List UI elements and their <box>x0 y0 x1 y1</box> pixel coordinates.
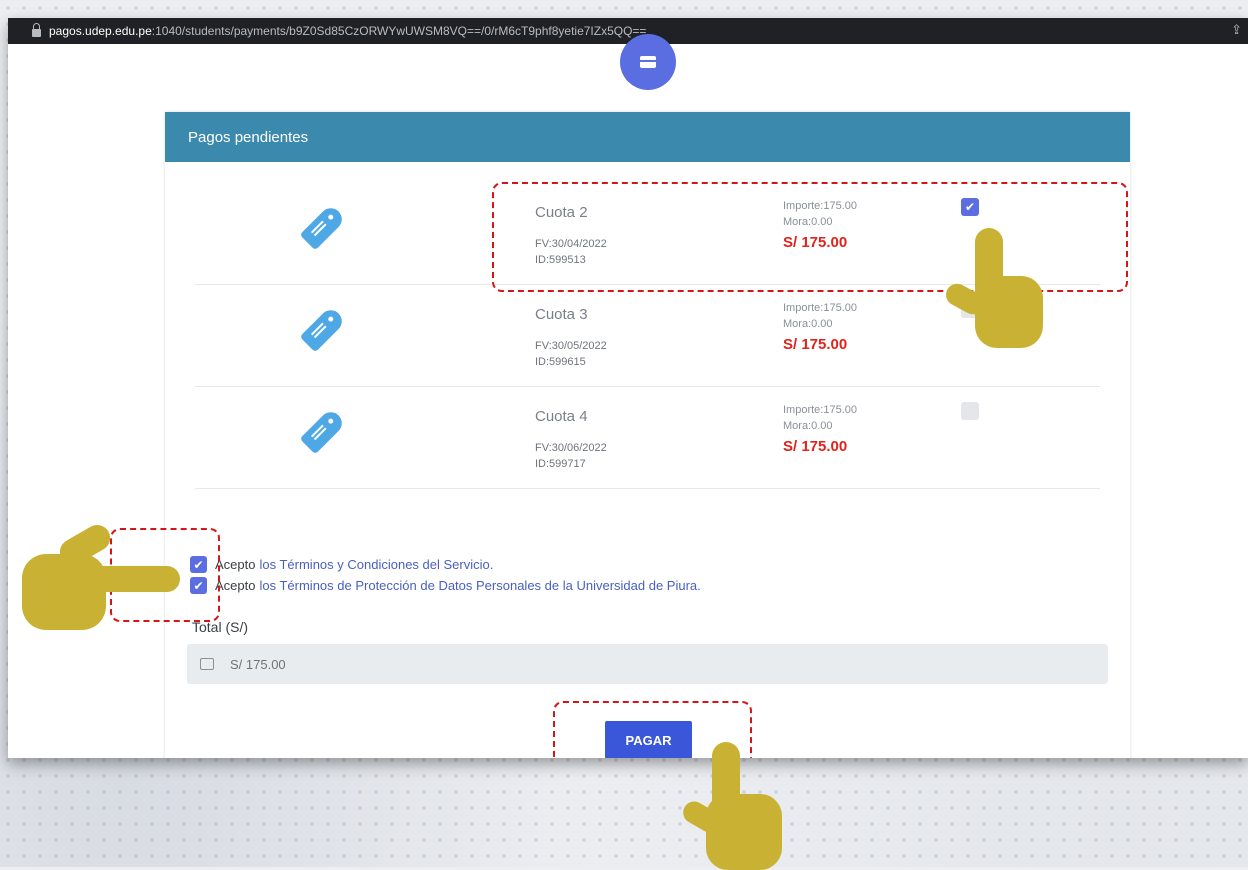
due-date: FV:30/05/2022 <box>535 340 607 352</box>
accept-prefix: Acepto <box>215 578 256 593</box>
due-date: FV:30/06/2022 <box>535 442 607 454</box>
price-tag-icon <box>299 203 347 251</box>
mora-value: Mora:0.00 <box>783 420 833 432</box>
data-protection-row: ✔ Acepto los Términos de Protección de D… <box>190 577 701 594</box>
share-icon[interactable]: ⇪ <box>1231 22 1242 38</box>
cuota-label: Cuota 3 <box>535 306 588 323</box>
total-value: S/ 175.00 <box>230 656 286 672</box>
terms-row: ✔ Acepto los Términos y Condiciones del … <box>190 556 493 573</box>
highlight-selected-item <box>492 182 1128 292</box>
url-path: :1040/students/payments/b9Z0Sd85CzORWYwU… <box>151 24 647 38</box>
payment-step-icon <box>620 34 676 90</box>
browser-window: pagos.udep.edu.pe :1040/students/payment… <box>8 18 1248 758</box>
price-tag-icon <box>299 407 347 455</box>
importe-value: Importe:175.00 <box>783 302 857 314</box>
cuota-label: Cuota 4 <box>535 408 588 425</box>
lock-icon <box>32 23 41 37</box>
price-tag-icon <box>299 305 347 353</box>
amount-total: S/ 175.00 <box>783 438 848 455</box>
address-bar[interactable]: pagos.udep.edu.pe :1040/students/payment… <box>8 18 1248 44</box>
credit-card-icon <box>640 56 656 68</box>
amount-total: S/ 175.00 <box>783 336 848 353</box>
accept-prefix: Acepto <box>215 557 256 572</box>
payment-id: ID:599717 <box>535 458 586 470</box>
mora-value: Mora:0.00 <box>783 318 833 330</box>
terms-link[interactable]: los Términos y Condiciones del Servicio. <box>259 557 493 572</box>
select-payment-checkbox[interactable] <box>961 402 979 420</box>
payment-id: ID:599615 <box>535 356 586 368</box>
data-protection-link[interactable]: los Términos de Protección de Datos Pers… <box>259 578 700 593</box>
url-domain: pagos.udep.edu.pe <box>49 24 152 38</box>
panel-title: Pagos pendientes <box>165 112 1130 162</box>
importe-value: Importe:175.00 <box>783 404 857 416</box>
payment-item: Cuota 4 FV:30/06/2022 ID:599717 Importe:… <box>195 386 1100 489</box>
money-icon <box>200 658 214 670</box>
total-field: S/ 175.00 <box>187 644 1108 684</box>
